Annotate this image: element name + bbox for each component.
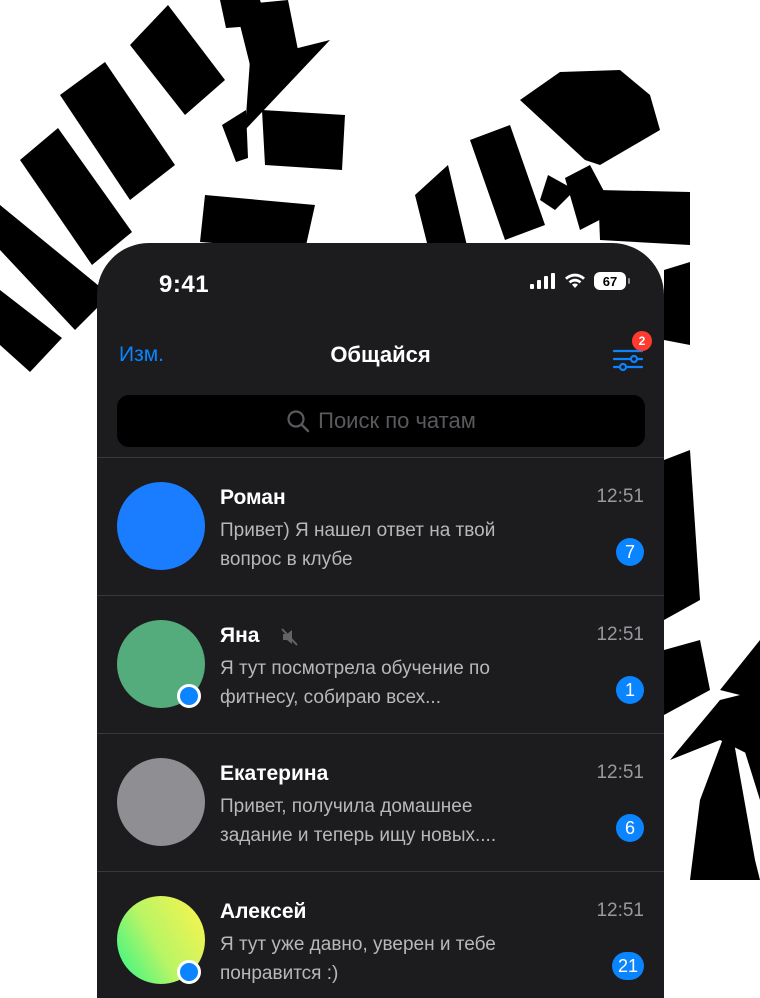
battery-indicator: 67	[594, 272, 630, 290]
chat-preview-line: фитнесу, собираю всех...	[220, 687, 441, 708]
chat-preview-line: вопрос в клубе	[220, 549, 353, 570]
chat-preview-line: задание и теперь ищу новых....	[220, 825, 497, 846]
chat-preview-line: Я тут уже давно, уверен и тебе	[220, 934, 496, 955]
chat-preview: Я тут посмотрела обучение по фитнесу, со…	[220, 654, 540, 712]
chat-time: 12:51	[596, 486, 644, 507]
chat-preview: Привет, получила домашнее задание и тепе…	[220, 792, 540, 850]
chat-preview-line: Привет, получила домашнее	[220, 796, 473, 817]
chat-row-roman[interactable]: Роман Привет) Я нашел ответ на твой вопр…	[97, 457, 664, 595]
online-indicator	[177, 684, 201, 708]
avatar	[117, 482, 205, 570]
chat-name: Екатерина	[220, 762, 329, 785]
nav-bar: Изм. Общайся 2	[97, 331, 664, 381]
avatar	[117, 758, 205, 846]
chat-name: Яна	[220, 624, 260, 647]
chat-preview: Я тут уже давно, уверен и тебе понравитс…	[220, 930, 540, 988]
chat-row-yana[interactable]: Яна Я тут посмотрела обучение по фитнесу…	[97, 595, 664, 733]
cellular-signal-icon	[530, 273, 555, 289]
chat-time: 12:51	[596, 762, 644, 783]
muted-icon	[281, 628, 298, 646]
search-icon	[287, 410, 310, 433]
chat-preview-line: Привет) Я нашел ответ на твой	[220, 520, 496, 541]
page-title: Общайся	[330, 342, 431, 367]
chat-row-ekaterina[interactable]: Екатерина Привет, получила домашнее зада…	[97, 733, 664, 871]
wifi-icon	[565, 273, 585, 288]
unread-badge: 1	[616, 676, 644, 704]
status-time: 9:41	[159, 271, 210, 298]
chat-name: Роман	[220, 486, 286, 509]
chat-preview-line: понравится :)	[220, 963, 339, 984]
status-icons: 67	[530, 272, 630, 290]
chat-row-aleksey[interactable]: Алексей Я тут уже давно, уверен и тебе п…	[97, 871, 664, 998]
chat-name: Алексей	[220, 900, 307, 923]
online-indicator	[177, 960, 201, 984]
filter-badge: 2	[632, 331, 652, 351]
phone-screen: 9:41 67 Изм. Общайся 2 Поиск по чатам Ро…	[97, 243, 664, 998]
unread-badge: 7	[616, 538, 644, 566]
unread-badge: 6	[616, 814, 644, 842]
status-bar: 9:41 67	[97, 243, 664, 323]
chat-preview-line: Я тут посмотрела обучение по	[220, 658, 490, 679]
chat-time: 12:51	[596, 624, 644, 645]
search-placeholder: Поиск по чатам	[318, 408, 476, 433]
chat-preview: Привет) Я нашел ответ на твой вопрос в к…	[220, 516, 540, 574]
chat-time: 12:51	[596, 900, 644, 921]
unread-badge: 21	[611, 952, 644, 980]
chat-list: Роман Привет) Я нашел ответ на твой вопр…	[97, 457, 664, 998]
search-bar[interactable]: Поиск по чатам	[117, 395, 645, 447]
